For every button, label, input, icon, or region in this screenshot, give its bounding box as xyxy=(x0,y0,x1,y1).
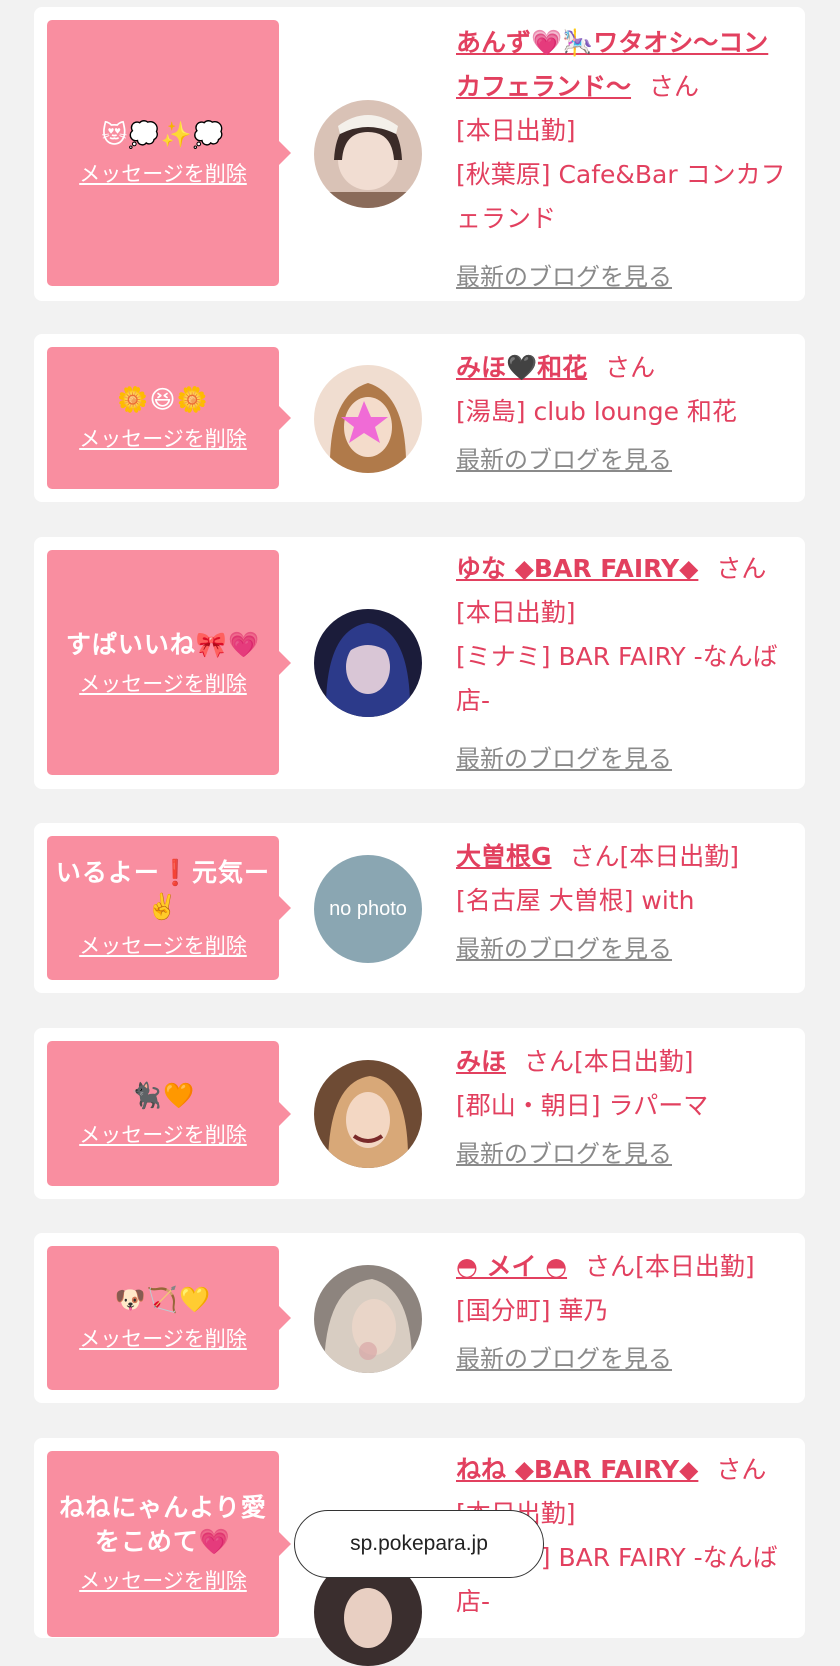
no-photo-label: no photo xyxy=(329,897,407,920)
message-bubble: 😻💭✨💭 メッセージを削除 xyxy=(47,20,291,286)
message-card: 😻💭✨💭 メッセージを削除 あんず💗🎠ワタオシ〜コンカフェランド〜 さん [本日出… xyxy=(34,7,805,301)
message-text: 🐈‍⬛🧡 xyxy=(130,1080,196,1110)
latest-blog-link[interactable]: 最新のブログを見る xyxy=(456,737,672,781)
honorific: さん xyxy=(716,1455,767,1484)
cast-info: ◓ メイ ◓ さん[本日出勤] [国分町] 華乃 最新のブログを見る xyxy=(456,1245,789,1381)
avatar[interactable] xyxy=(314,1265,422,1373)
cast-info: みほ さん[本日出勤] [郡山・朝日] ラパーマ 最新のブログを見る xyxy=(456,1040,789,1176)
shop-name: [郡山・朝日] ラパーマ xyxy=(456,1091,709,1120)
cast-name-link[interactable]: あんず💗🎠ワタオシ〜コンカフェランド〜 xyxy=(456,28,768,101)
message-text: ねねにゃんより愛をこめて💗 xyxy=(59,1493,267,1556)
url-text: sp.pokepara.jp xyxy=(350,1532,488,1555)
delete-message-link[interactable]: メッセージを削除 xyxy=(79,1119,247,1149)
message-bubble: ねねにゃんより愛をこめて💗 メッセージを削除 xyxy=(47,1451,291,1637)
latest-blog-link[interactable]: 最新のブログを見る xyxy=(456,255,672,299)
delete-message-link[interactable]: メッセージを削除 xyxy=(79,423,247,453)
message-text: 🐶🏹💛 xyxy=(114,1285,212,1314)
honorific: さん xyxy=(716,554,767,583)
latest-blog-link[interactable]: 最新のブログを見る xyxy=(456,438,672,482)
honorific: さん xyxy=(569,842,620,871)
attendance-status: [本日出勤] xyxy=(619,842,740,871)
message-card: いるよー❗元気ー✌️ メッセージを削除 no photo 大曽根G さん[本日出勤… xyxy=(34,823,805,993)
attendance-status: [本日出勤] xyxy=(574,1047,694,1076)
shop-name: [秋葉原] Cafe&Bar コンカフェランド xyxy=(456,160,786,233)
shop-name: [名古屋 大曽根] with xyxy=(456,886,695,915)
honorific: さん xyxy=(524,1047,575,1076)
message-bubble: 🐶🏹💛 メッセージを削除 xyxy=(47,1246,291,1390)
avatar[interactable] xyxy=(314,1060,422,1168)
shop-name: [ミナミ] BAR FAIRY -なんば店- xyxy=(456,642,778,715)
avatar[interactable]: no photo xyxy=(314,855,422,963)
honorific: さん xyxy=(605,353,656,382)
avatar[interactable] xyxy=(314,100,422,208)
delete-message-link[interactable]: メッセージを削除 xyxy=(79,930,247,960)
message-text: いるよー❗元気ー✌️ xyxy=(55,858,271,921)
cast-info: 大曽根G さん[本日出勤] [名古屋 大曽根] with 最新のブログを見る xyxy=(456,835,789,971)
delete-message-link[interactable]: メッセージを削除 xyxy=(79,1323,247,1353)
browser-url-bar[interactable]: sp.pokepara.jp xyxy=(294,1510,544,1578)
honorific: さん xyxy=(649,72,700,101)
delete-message-link[interactable]: メッセージを削除 xyxy=(79,668,247,698)
message-bubble: 🌼😆🌼 メッセージを削除 xyxy=(47,347,291,489)
avatar[interactable] xyxy=(314,365,422,473)
cast-info: あんず💗🎠ワタオシ〜コンカフェランド〜 さん [本日出勤] [秋葉原] Cafe&… xyxy=(456,21,789,299)
cast-name-link[interactable]: 大曽根G xyxy=(456,842,552,871)
latest-blog-link[interactable]: 最新のブログを見る xyxy=(456,1337,672,1381)
cast-info: みほ🖤和花 さん [湯島] club lounge 和花 最新のブログを見る xyxy=(456,346,789,482)
message-card: 🐶🏹💛 メッセージを削除 ◓ メイ ◓ さん[本日出勤] [国分町] 華乃 最新の… xyxy=(34,1233,805,1403)
message-bubble: すぱいいね🎀💗 メッセージを削除 xyxy=(47,550,291,775)
delete-message-link[interactable]: メッセージを削除 xyxy=(79,158,247,188)
cast-name-link[interactable]: みほ xyxy=(456,1047,506,1076)
message-text: すぱいいね🎀💗 xyxy=(65,629,261,659)
cast-name-link[interactable]: みほ🖤和花 xyxy=(456,353,587,382)
message-bubble: いるよー❗元気ー✌️ メッセージを削除 xyxy=(47,836,291,980)
attendance-status: [本日出勤] xyxy=(456,116,576,145)
latest-blog-link[interactable]: 最新のブログを見る xyxy=(456,1132,672,1176)
attendance-status: [本日出勤] xyxy=(635,1252,755,1281)
message-card: 🐈‍⬛🧡 メッセージを削除 みほ さん[本日出勤] [郡山・朝日] ラパーマ 最新… xyxy=(34,1028,805,1199)
shop-name: [湯島] club lounge 和花 xyxy=(456,397,737,426)
delete-message-link[interactable]: メッセージを削除 xyxy=(79,1565,247,1595)
shop-name: [国分町] 華乃 xyxy=(456,1296,609,1325)
honorific: さん xyxy=(585,1252,636,1281)
message-text: 🌼😆🌼 xyxy=(117,385,209,414)
cast-name-link[interactable]: ◓ メイ ◓ xyxy=(456,1252,567,1281)
latest-blog-link[interactable]: 最新のブログを見る xyxy=(456,927,672,971)
cast-name-link[interactable]: ゆな ◆BAR FAIRY◆ xyxy=(456,554,698,583)
message-card: すぱいいね🎀💗 メッセージを削除 ゆな ◆BAR FAIRY◆ さん [本日出勤]… xyxy=(34,537,805,789)
avatar[interactable] xyxy=(314,609,422,717)
cast-info: ゆな ◆BAR FAIRY◆ さん [本日出勤] [ミナミ] BAR FAIRY … xyxy=(456,547,789,781)
cast-name-link[interactable]: ねね ◆BAR FAIRY◆ xyxy=(456,1455,698,1484)
message-card: 🌼😆🌼 メッセージを削除 みほ🖤和花 さん [湯島] club lounge 和花… xyxy=(34,334,805,502)
attendance-status: [本日出勤] xyxy=(456,598,576,627)
message-text: 😻💭✨💭 xyxy=(101,120,225,149)
message-bubble: 🐈‍⬛🧡 メッセージを削除 xyxy=(47,1041,291,1186)
